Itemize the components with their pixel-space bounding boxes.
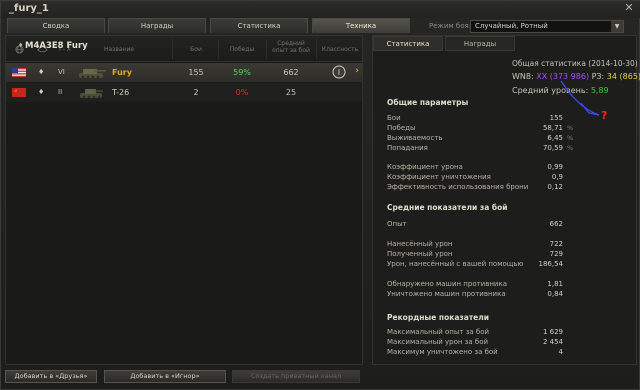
stat-label: Коэффициент уничтожения [387,173,491,181]
wins-value: 59% [233,68,251,77]
table-row[interactable]: ♦ VI Fury 155 59% 662 I › [6,63,362,82]
tank-title: M4A3E8 Fury [25,41,88,51]
battles-column-header[interactable]: Бои [178,46,214,53]
stat-value: 662 [549,220,563,228]
stat-value: 6,45 [547,134,563,142]
section-records-title: Рекордные показатели [387,313,490,322]
stat-label: Нанесённый урон [387,240,453,248]
stat-value: 0,9 [551,173,563,181]
stat-value: 155 [549,114,563,122]
tab-vehicles[interactable]: Техника [312,18,410,33]
stat-label: Урон, нанесённый с вашей помощью [387,260,524,268]
stat-value: 2 454 [542,338,563,346]
chevron-right-icon[interactable]: › [355,66,359,76]
stat-unit: % [567,124,574,132]
stat-value: 1 629 [542,328,563,336]
section-average-title: Средние показатели за бой [387,203,508,212]
mastery-value: I [338,68,340,77]
name-column-header[interactable]: Название [94,46,144,53]
stat-value: 0,99 [547,163,563,171]
battles-value: 155 [188,68,204,77]
stat-label: Выживаемость [387,134,443,142]
battle-mode-select[interactable]: Случайный, Ротный ▼ [470,20,624,33]
column-divider [266,39,267,59]
wins-value: 0% [235,88,249,97]
stat-value: 722 [549,240,563,248]
create-private-channel-button[interactable]: Создать приватный канал [232,370,360,383]
stat-label: Максимальный опыт за бой [387,328,490,336]
tank-image [79,69,106,79]
mastery-column-header[interactable]: Классность [320,46,360,53]
vehicle-table: I - X Название Бои Победы Средний опыт з… [5,35,363,365]
usa-flag-icon [12,68,26,77]
stat-value: 0,12 [547,183,563,191]
stat-unit: % [567,144,574,152]
wn8-label: WN8: [512,72,537,81]
add-friend-button[interactable]: Добавить в «Друзья» [5,370,97,383]
stat-value: 186,54 [538,260,564,268]
stat-label: Уничтожено машин противника [387,290,506,298]
wins-column-header[interactable]: Победы [222,46,262,53]
svg-text:☭: ☭ [14,89,17,93]
battle-mode-label: Режим боя: [429,22,472,30]
tab-summary[interactable]: Сводка [7,18,105,33]
stat-value: 1,81 [547,280,563,288]
section-general-title: Общие параметры [387,98,469,107]
avg-xp-value: 662 [283,68,299,77]
avg-xp-column-header[interactable]: Средний опыт за бой [270,40,312,54]
table-row[interactable]: ☭ ♦ II T-26 2 0% 25 [6,83,362,102]
battles-value: 2 [193,88,199,97]
stat-label: Максимальный урон за бой [387,338,489,346]
ussr-flag-icon: ☭ [12,88,26,97]
column-divider [316,39,317,59]
tab-statistics[interactable]: Статистика [210,18,308,33]
stat-label: Опыт [387,220,407,228]
general-stats-date: Общая статистика (2014-10-30) [512,59,638,68]
tier-value: II [58,88,63,96]
stat-value: 70,59 [542,144,563,152]
tab-detail-awards[interactable]: Награды [445,36,515,51]
battle-mode-value: Случайный, Ротный [475,22,548,30]
medium-tank-icon: ♦ [38,68,45,76]
bottom-button-bar: Добавить в «Друзья» Добавить в «Игнор» С… [5,368,637,386]
tier-value: VI [58,68,65,76]
avg-xp-value: 25 [285,88,297,97]
stat-label: Коэффициент урона [387,163,463,171]
stat-value: 0,84 [547,290,563,298]
profile-window: _fury_1 ✕ Сводка Награды Статистика Техн… [0,0,640,390]
vehicle-name: T-26 [112,88,130,97]
tank-type-icon: ♦ [18,42,24,49]
stat-label: Попадания [387,144,428,152]
stat-label: Победы [387,124,416,132]
rz-extra: (865) [616,72,640,81]
vehicle-name: Fury [112,68,132,77]
stat-value: 4 [558,348,563,356]
light-tank-icon: ♦ [38,88,45,96]
tank-image [80,89,103,99]
tab-detail-statistics[interactable]: Статистика [373,36,443,51]
chevron-down-icon: ▼ [611,21,623,32]
annotation-question: ? [601,109,608,122]
window-title: _fury_1 [9,3,49,14]
stat-label: Полученный урон [387,250,453,258]
mastery-badge-icon: I [332,65,346,79]
stat-label: Максимум уничтожено за бой [387,348,498,356]
stat-label: Обнаружено машин противника [387,280,508,288]
column-divider [218,39,219,59]
title-bar: _fury_1 ✕ [1,1,640,18]
stat-value: 729 [549,250,563,258]
column-divider [172,39,173,59]
stat-unit: % [567,134,574,142]
tab-awards[interactable]: Награды [108,18,206,33]
add-ignore-button[interactable]: Добавить в «Игнор» [104,370,226,383]
stat-value: 58,71 [542,124,563,132]
stat-label: Бои [387,114,401,122]
stat-label: Эффективность использования брони [387,183,529,191]
close-icon[interactable]: ✕ [623,2,635,14]
